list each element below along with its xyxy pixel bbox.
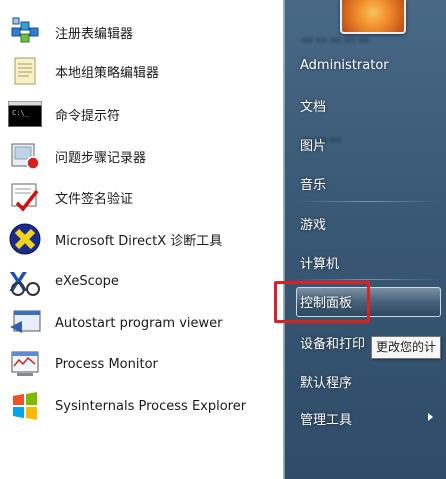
- steps-recorder-icon: [8, 139, 42, 173]
- menu-item-user-folder[interactable]: Administrator: [300, 58, 389, 73]
- directx-icon: [8, 222, 42, 256]
- program-process-monitor[interactable]: Process Monitor: [8, 344, 276, 384]
- menu-item-devices-and-printers[interactable]: 设备和打印: [300, 333, 365, 352]
- menu-item-games[interactable]: 游戏: [300, 214, 326, 233]
- program-directx-diagnostic[interactable]: Microsoft DirectX 诊断工具: [8, 219, 276, 259]
- menu-item-administrative-tools[interactable]: 管理工具: [300, 409, 352, 428]
- program-label: 文件签名验证: [55, 191, 134, 207]
- program-steps-recorder[interactable]: 问题步骤记录器: [8, 136, 276, 176]
- exescope-icon: X: [8, 264, 42, 298]
- program-label: Microsoft DirectX 诊断工具: [55, 233, 223, 249]
- file-signature-icon: [8, 180, 42, 214]
- svg-text:X: X: [9, 266, 28, 297]
- group-policy-icon: [8, 54, 42, 88]
- process-explorer-icon: [8, 389, 42, 423]
- registry-editor-icon: [8, 15, 42, 49]
- menu-separator: [296, 279, 440, 280]
- program-label: 本地组策略编辑器: [55, 65, 160, 81]
- program-label: 注册表编辑器: [55, 26, 134, 42]
- submenu-arrow-icon: [428, 413, 433, 421]
- menu-item-pictures[interactable]: 图片: [300, 135, 326, 154]
- program-label: Autostart program viewer: [55, 315, 223, 331]
- user-avatar[interactable]: [340, 0, 406, 34]
- command-prompt-icon: C:\_: [8, 97, 42, 131]
- program-group-policy-editor[interactable]: 本地组策略编辑器: [8, 51, 276, 91]
- annotation-red-box: [274, 281, 370, 323]
- program-label: 问题步骤记录器: [55, 150, 147, 166]
- program-registry-editor[interactable]: 注册表编辑器: [8, 12, 276, 52]
- process-monitor-icon: [8, 347, 42, 381]
- autostart-icon: [8, 306, 42, 340]
- program-label: Sysinternals Process Explorer: [55, 398, 247, 414]
- menu-item-computer[interactable]: 计算机: [300, 253, 339, 272]
- program-autostart-viewer[interactable]: Autostart program viewer: [8, 303, 276, 343]
- menu-item-music[interactable]: 音乐: [300, 174, 326, 193]
- menu-item-documents[interactable]: 文档: [300, 96, 326, 115]
- menu-item-default-programs[interactable]: 默认程序: [300, 372, 352, 391]
- program-file-signature-verification[interactable]: 文件签名验证: [8, 177, 276, 217]
- control-panel-tooltip: 更改您的计: [371, 336, 442, 359]
- program-process-explorer[interactable]: Sysinternals Process Explorer: [8, 386, 276, 426]
- program-label: eXeScope: [55, 273, 119, 289]
- program-command-prompt[interactable]: C:\_ 命令提示符: [8, 94, 276, 134]
- start-menu-program-list: 注册表编辑器 本地组策略编辑器 C:\_ 命令提示符 问题步骤记录器 文件签名验…: [0, 0, 284, 479]
- program-label: Process Monitor: [55, 356, 158, 372]
- program-exescope[interactable]: X eXeScope: [8, 261, 276, 301]
- menu-separator: [296, 201, 440, 202]
- svg-text:C:\_: C:\_: [12, 109, 30, 117]
- program-label: 命令提示符: [55, 108, 121, 124]
